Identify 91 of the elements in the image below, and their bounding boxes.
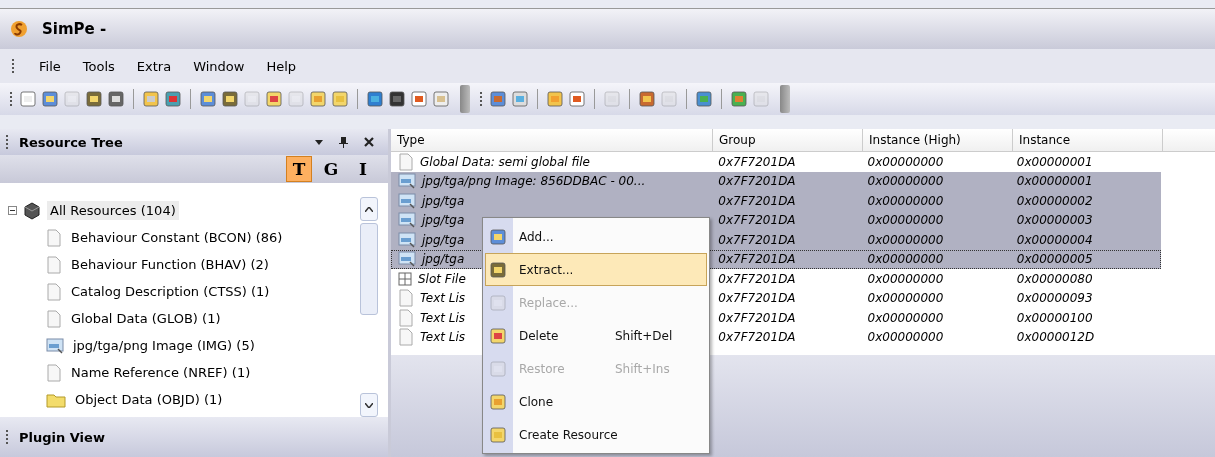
scrollbar[interactable] xyxy=(360,197,378,417)
image-icon xyxy=(398,251,416,268)
chevron-down-icon xyxy=(365,402,373,408)
menu-item[interactable]: Extra xyxy=(136,58,172,74)
table-cell: Text Lis xyxy=(420,330,466,345)
folder-icon xyxy=(46,391,66,408)
table-cell: 0x0000012D xyxy=(1016,330,1095,345)
table-cell: 0x00000000 xyxy=(867,291,944,306)
table-cell: 0x7F7201DA xyxy=(718,330,796,345)
table-cell: 0x7F7201DA xyxy=(718,154,796,169)
table-cell: jpg/tga xyxy=(422,232,465,247)
collapse-icon[interactable] xyxy=(8,206,17,215)
document-icon xyxy=(46,363,62,382)
tree-item[interactable]: Name Reference (NREF) (1) xyxy=(68,363,254,382)
column-header[interactable]: Instance (High) xyxy=(863,129,1013,151)
document-icon xyxy=(398,152,414,171)
image-icon xyxy=(46,337,64,354)
table-cell: 0x00000080 xyxy=(1016,271,1093,286)
table-cell: 0x00000003 xyxy=(1016,213,1093,228)
document-icon xyxy=(46,228,62,247)
table-cell: jpg/tga xyxy=(422,213,465,228)
table-cell: jpg/tga xyxy=(422,193,465,208)
menu-item[interactable]: Create Resource xyxy=(485,418,707,451)
table-cell: 0x00000000 xyxy=(867,271,944,286)
menu-item[interactable]: Tools xyxy=(82,58,115,74)
document-icon xyxy=(398,289,414,308)
table-cell: 0x7F7201DA xyxy=(718,174,796,189)
table-cell: 0x7F7201DA xyxy=(718,252,796,267)
table-cell: jpg/tga xyxy=(422,252,465,267)
document-icon xyxy=(46,309,62,328)
document-icon xyxy=(46,282,62,301)
tree-item[interactable]: Behaviour Function (BHAV) (2) xyxy=(68,255,272,274)
table-cell: 0x7F7201DA xyxy=(718,310,796,325)
table-cell: 0x00000000 xyxy=(867,213,944,228)
table-cell: 0x00000093 xyxy=(1016,291,1093,306)
table-cell: 0x7F7201DA xyxy=(718,213,796,228)
table-cell: 0x7F7201DA xyxy=(718,271,796,286)
table-cell: 0x00000000 xyxy=(867,154,944,169)
table-cell: 0x00000000 xyxy=(867,232,944,247)
view-toggle-button[interactable]: T xyxy=(286,156,312,182)
image-icon xyxy=(398,173,416,190)
document-icon xyxy=(46,255,62,274)
table-cell: 0x7F7201DA xyxy=(718,291,796,306)
table-cell: Slot File xyxy=(418,271,466,286)
view-toggle-button[interactable]: I xyxy=(350,156,376,182)
table-cell: 0x00000000 xyxy=(867,252,944,267)
tree-item[interactable]: Global Data (GLOB) (1) xyxy=(68,309,224,328)
window-title: SimPe - xyxy=(42,20,107,38)
tree-item[interactable]: All Resources (104) xyxy=(47,201,179,220)
grid-icon xyxy=(398,271,412,286)
table-cell: 0x00000005 xyxy=(1016,252,1093,267)
cube-icon xyxy=(23,201,41,220)
tree-item[interactable]: jpg/tga/png Image (IMG) (5) xyxy=(70,336,258,355)
tree-item[interactable]: Object Data (OBJD) (1) xyxy=(72,390,226,409)
menu-item[interactable]: Extract... xyxy=(485,253,707,286)
image-icon xyxy=(398,192,416,209)
table-cell: 0x00000002 xyxy=(1016,193,1093,208)
column-header[interactable]: Type xyxy=(391,129,713,151)
chevron-up-icon xyxy=(365,206,373,212)
document-icon xyxy=(398,308,414,327)
panel-title: Resource Tree xyxy=(19,134,124,150)
table-cell: 0x00000004 xyxy=(1016,232,1093,247)
table-cell: 0x00000000 xyxy=(867,193,944,208)
menu-item[interactable]: File xyxy=(39,58,61,74)
app-logo-icon xyxy=(10,20,28,38)
menu-item[interactable]: Help xyxy=(266,58,297,74)
table-cell: 0x7F7201DA xyxy=(718,232,796,247)
table-cell: 0x00000100 xyxy=(1016,310,1093,325)
table-cell: jpg/tga/png Image: 856DDBAC - 00... xyxy=(422,174,646,189)
tree-item[interactable]: Catalog Description (CTSS) (1) xyxy=(68,282,273,301)
image-icon xyxy=(398,212,416,229)
table-cell: 0x7F7201DA xyxy=(718,193,796,208)
table-cell: Text Lis xyxy=(420,310,466,325)
menu-item[interactable]: Clone xyxy=(485,385,707,418)
table-cell: 0x00000001 xyxy=(1016,154,1093,169)
table-row[interactable]: jpg/tga 0x7F7201DA 0x00000000 0x00000002 xyxy=(391,191,1161,211)
view-toggle-button[interactable]: G xyxy=(318,156,344,182)
table-cell: 0x00000001 xyxy=(1016,174,1093,189)
tree-item[interactable]: Behaviour Constant (BCON) (86) xyxy=(68,228,286,247)
table-cell: Global Data: semi global file xyxy=(420,154,590,169)
panel-title: Plugin View xyxy=(19,429,106,445)
document-icon xyxy=(398,328,414,347)
table-cell: 0x00000000 xyxy=(867,174,944,189)
image-icon xyxy=(398,231,416,248)
table-cell: Text Lis xyxy=(420,291,466,306)
table-cell: 0x00000000 xyxy=(867,310,944,325)
table-row[interactable]: jpg/tga/png Image: 856DDBAC - 00... 0x7F7201DA 0x00000000 0x00000001 xyxy=(391,171,1161,191)
table-cell: 0x00000000 xyxy=(867,330,944,345)
column-header[interactable]: Group xyxy=(713,129,863,151)
column-header[interactable]: Instance xyxy=(1013,129,1163,151)
menu-item[interactable]: Window xyxy=(193,58,245,74)
